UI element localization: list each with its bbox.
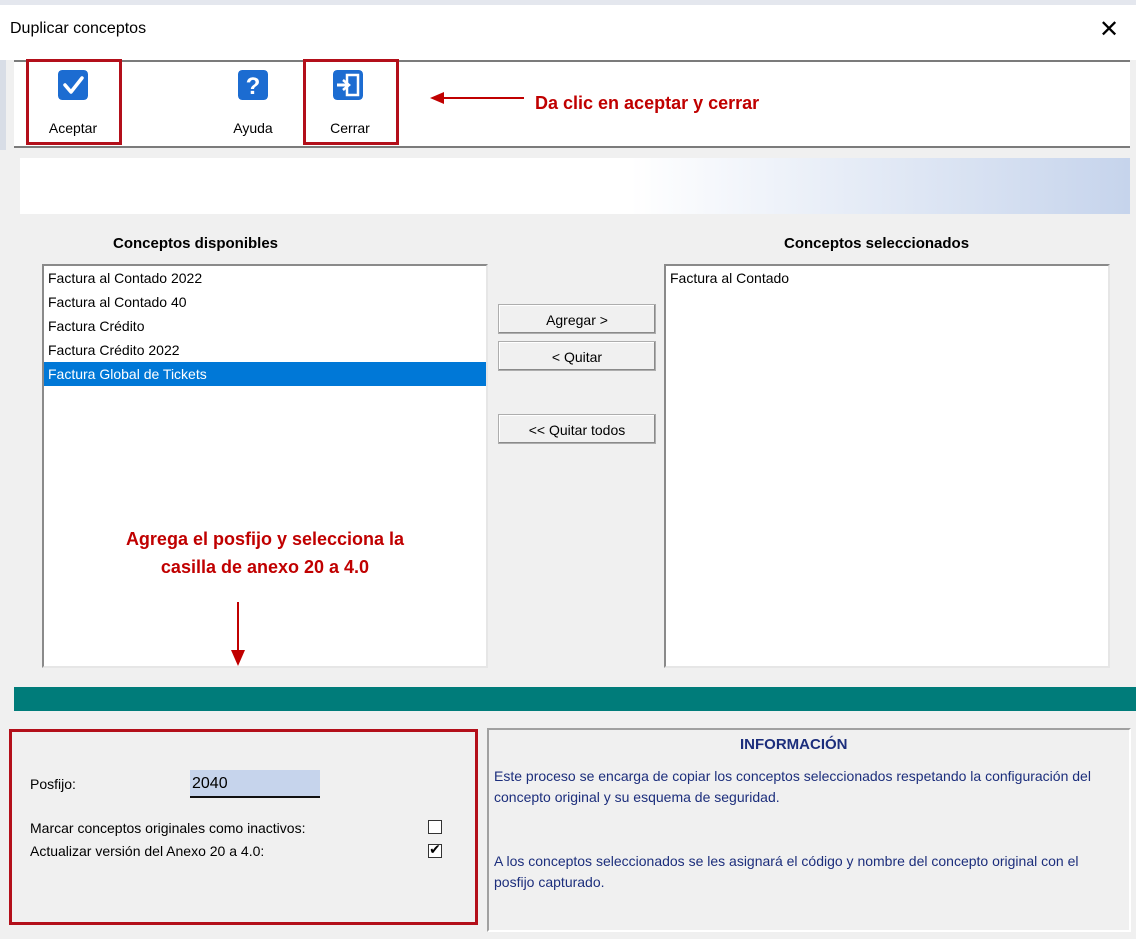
list-item[interactable]: Factura al Contado 2022 — [44, 266, 486, 290]
bottom-annotation-line2: casilla de anexo 20 a 4.0 — [160, 557, 370, 577]
teal-separator — [14, 687, 1136, 711]
svg-text:?: ? — [246, 73, 261, 100]
anexo-update-label: Actualizar versión del Anexo 20 a 4.0: — [30, 843, 265, 859]
help-icon: ? — [238, 70, 268, 100]
help-button[interactable]: ? Ayuda — [213, 62, 293, 144]
close-button[interactable]: ✕ — [1094, 14, 1124, 44]
info-title: INFORMACIÓN — [740, 736, 848, 753]
list-item[interactable]: Factura al Contado 40 — [44, 290, 486, 314]
info-paragraph-1: Este proceso se encarga de copiar los co… — [494, 768, 1091, 805]
remove-all-button[interactable]: << Quitar todos — [498, 414, 656, 444]
selected-concepts-list[interactable]: Factura al Contado — [664, 264, 1110, 668]
window-edge — [0, 60, 6, 150]
info-panel — [487, 728, 1131, 932]
left-arrow-icon — [430, 92, 524, 104]
selected-concepts-header: Conceptos seleccionados — [784, 235, 970, 252]
anexo-update-checkbox[interactable]: ✔ — [428, 843, 442, 858]
bottom-annotation: Agrega el posfijo y selecciona la casill… — [70, 525, 460, 581]
posfijo-label: Posfijo: — [30, 776, 76, 792]
title-bar — [0, 0, 1136, 60]
list-item-selected[interactable]: Factura Global de Tickets — [44, 362, 486, 386]
bottom-annotation-line1: Agrega el posfijo y selecciona la — [125, 529, 405, 549]
available-concepts-list[interactable]: Factura al Contado 2022 Factura al Conta… — [42, 264, 488, 668]
inactive-originals-label: Marcar conceptos originales como inactiv… — [30, 820, 306, 836]
add-button[interactable]: Agregar > — [498, 304, 656, 334]
list-item[interactable]: Factura Crédito — [44, 314, 486, 338]
posfijo-input[interactable] — [190, 770, 320, 798]
highlight-close — [303, 59, 399, 145]
help-label: Ayuda — [233, 120, 273, 136]
list-item[interactable]: Factura al Contado — [666, 266, 1108, 290]
gradient-banner — [20, 158, 1130, 214]
window-title: Duplicar conceptos — [10, 20, 147, 37]
background-strip — [0, 0, 1136, 5]
toolbar-annotation: Da clic en aceptar y cerrar — [535, 93, 760, 113]
info-paragraph-2: A los conceptos seleccionados se les asi… — [494, 853, 1079, 890]
inactive-originals-checkbox[interactable] — [428, 820, 442, 834]
down-arrow-icon — [231, 602, 245, 666]
list-item[interactable]: Factura Crédito 2022 — [44, 338, 486, 362]
remove-button[interactable]: < Quitar — [498, 341, 656, 371]
available-concepts-header: Conceptos disponibles — [113, 235, 279, 252]
highlight-accept — [26, 59, 122, 145]
